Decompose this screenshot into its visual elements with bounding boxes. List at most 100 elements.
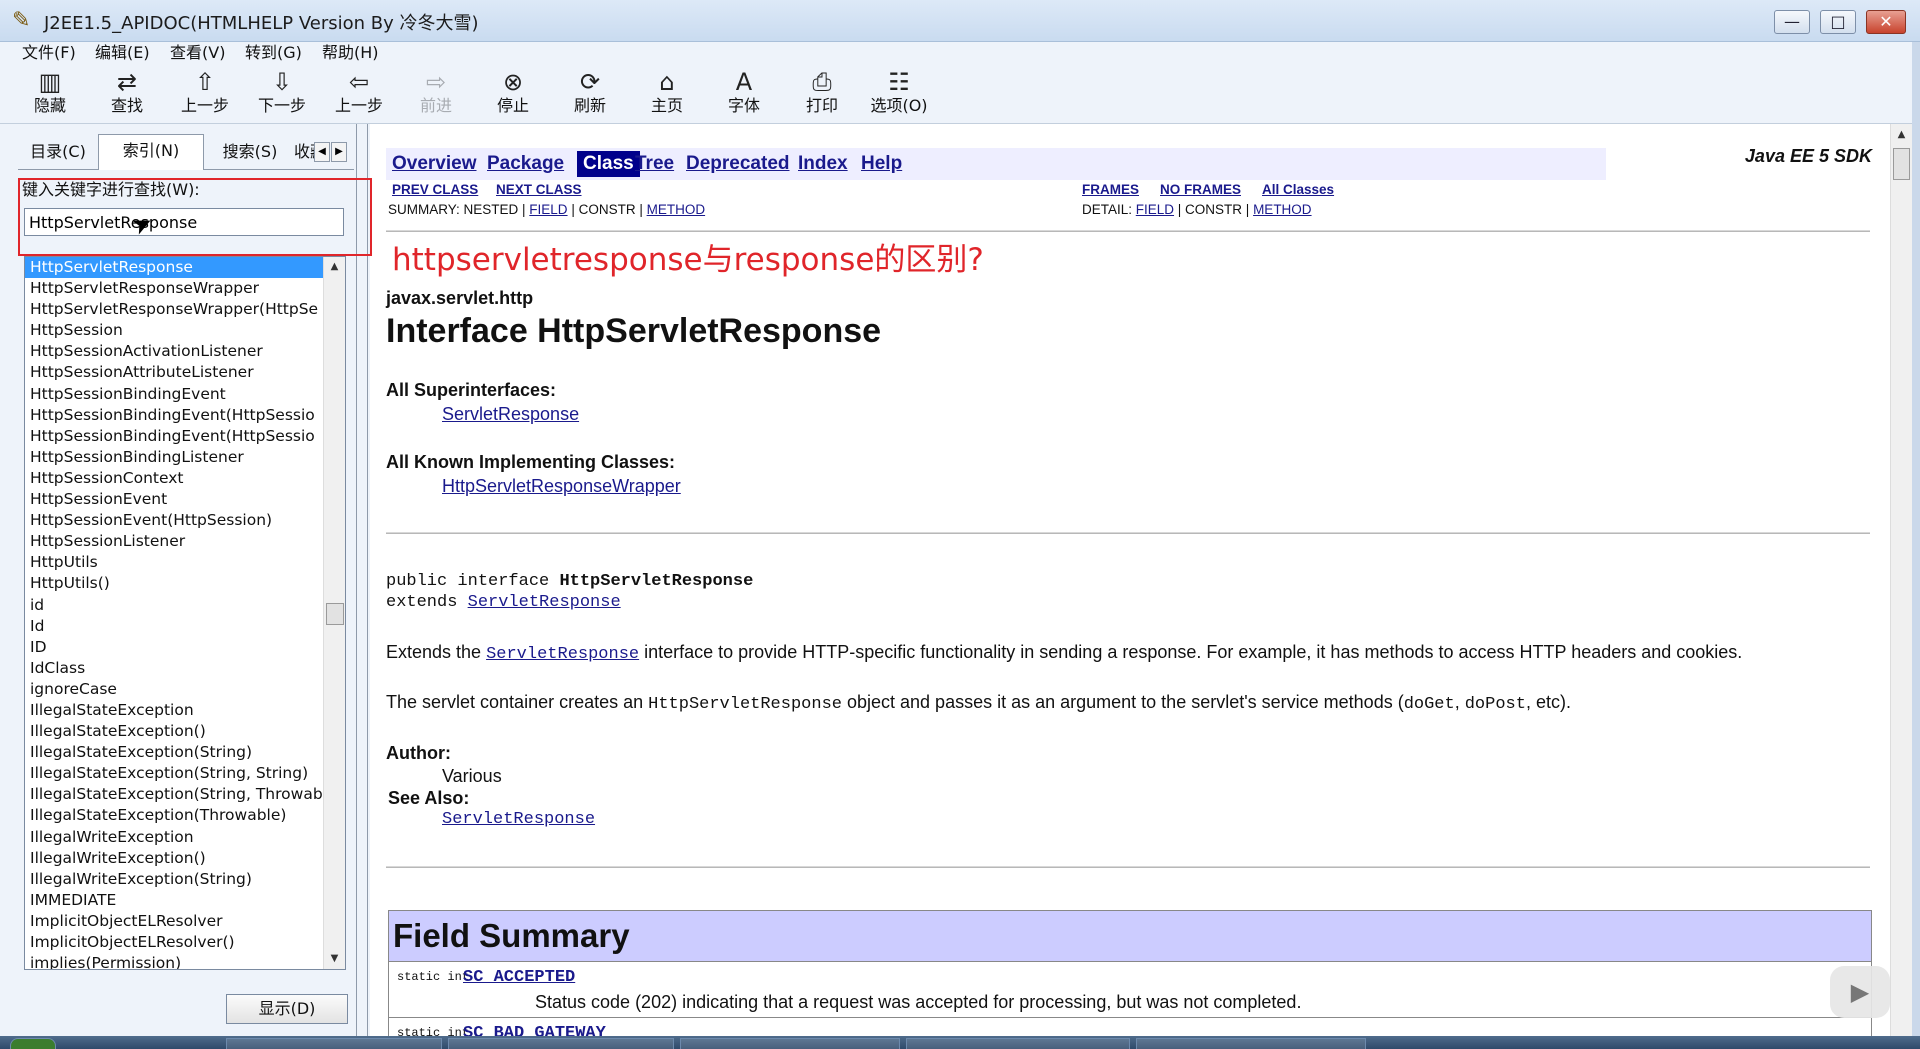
no-frames-link[interactable]: NO FRAMES	[1160, 182, 1241, 197]
index-list-item[interactable]: IdClass	[25, 658, 323, 679]
options-icon: ☷	[888, 68, 910, 96]
index-list-item[interactable]: HttpServletResponseWrapper	[25, 278, 323, 299]
stop-button[interactable]: ⊗ 停止	[481, 66, 545, 122]
implementing-class-link[interactable]: HttpServletResponseWrapper	[442, 476, 681, 497]
find-button[interactable]: ⇄ 查找	[95, 66, 159, 122]
home-button[interactable]: ⌂ 主页	[635, 66, 699, 122]
tab-scroll-left-icon[interactable]: ◀	[314, 142, 330, 162]
keyword-input[interactable]	[24, 208, 344, 236]
all-classes-link[interactable]: All Classes	[1262, 182, 1334, 197]
index-list-item[interactable]: HttpSession	[25, 320, 323, 341]
index-list-item[interactable]: IllegalStateException()	[25, 721, 323, 742]
field-name-link[interactable]: SC_ACCEPTED	[463, 968, 575, 987]
index-list-item[interactable]: IMMEDIATE	[25, 890, 323, 911]
print-button[interactable]: ⎙ 打印	[790, 66, 854, 122]
content-scroll-thumb[interactable]	[1893, 148, 1910, 180]
refresh-label: 刷新	[573, 96, 606, 115]
tab-contents[interactable]: 目录(C)	[22, 136, 94, 170]
index-list-item[interactable]: IllegalStateException(String)	[25, 742, 323, 763]
detail-field-link[interactable]: FIELD	[1136, 202, 1174, 217]
index-list-item[interactable]: HttpSessionBindingEvent	[25, 384, 323, 405]
scroll-down-icon[interactable]: ▼	[324, 949, 345, 969]
options-button[interactable]: ☷ 选项(O)	[867, 66, 931, 122]
menu-view[interactable]: 查看(V)	[170, 42, 225, 64]
show-button[interactable]: 显示(D)	[226, 994, 348, 1024]
maximize-button[interactable]: □	[1820, 10, 1856, 34]
index-list-item[interactable]: IllegalStateException(Throwable)	[25, 805, 323, 826]
next-class-link[interactable]: NEXT CLASS	[496, 182, 582, 197]
nav-overview[interactable]: Overview	[392, 151, 477, 177]
summary-field-link[interactable]: FIELD	[529, 202, 567, 217]
menu-goto[interactable]: 转到(G)	[245, 42, 302, 64]
start-button[interactable]	[10, 1038, 56, 1049]
taskbar-item[interactable]	[226, 1038, 442, 1049]
nav-tree[interactable]: Tree	[635, 151, 674, 177]
summary-method-link[interactable]: METHOD	[647, 202, 706, 217]
index-list-scrollbar[interactable]: ▲ ▼	[323, 257, 345, 969]
see-also-link[interactable]: ServletResponse	[442, 810, 595, 829]
menu-file[interactable]: 文件(F)	[22, 42, 76, 64]
menu-edit[interactable]: 编辑(E)	[95, 42, 150, 64]
index-list-item[interactable]: IllegalWriteException(String)	[25, 869, 323, 890]
p1-link[interactable]: ServletResponse	[486, 645, 639, 664]
close-button[interactable]: ✕	[1866, 10, 1906, 34]
frames-link[interactable]: FRAMES	[1082, 182, 1139, 197]
extends-link[interactable]: ServletResponse	[468, 593, 621, 612]
index-list-item[interactable]: HttpSessionBindingListener	[25, 447, 323, 468]
index-list-item[interactable]: HttpSessionBindingEvent(HttpSessio	[25, 426, 323, 447]
content-scroll-up-icon[interactable]: ▲	[1891, 126, 1912, 144]
taskbar-item[interactable]	[448, 1038, 674, 1049]
index-list-item[interactable]: HttpSessionListener	[25, 531, 323, 552]
index-list-item[interactable]: ImplicitObjectELResolver()	[25, 932, 323, 953]
index-list-item[interactable]: IllegalWriteException()	[25, 848, 323, 869]
index-list-item[interactable]: id	[25, 595, 323, 616]
index-list-item[interactable]: ignoreCase	[25, 679, 323, 700]
pane-splitter[interactable]	[356, 124, 368, 1049]
index-list-item[interactable]: HttpSessionBindingEvent(HttpSessio	[25, 405, 323, 426]
index-list-item[interactable]: HttpSessionContext	[25, 468, 323, 489]
tab-scroll-right-icon[interactable]: ▶	[331, 142, 347, 162]
scroll-up-icon[interactable]: ▲	[324, 257, 345, 277]
nav-index[interactable]: Index	[798, 151, 848, 177]
taskbar-item[interactable]	[906, 1038, 1130, 1049]
forward-button[interactable]: ⇨ 前进	[404, 66, 468, 122]
index-list-item[interactable]: IllegalWriteException	[25, 827, 323, 848]
content-scrollbar[interactable]: ▲	[1890, 124, 1912, 1049]
hide-button[interactable]: ▥ 隐藏	[18, 66, 82, 122]
index-list-item[interactable]: HttpUtils()	[25, 573, 323, 594]
superinterface-link[interactable]: ServletResponse	[442, 404, 579, 425]
index-list-item[interactable]: HttpSessionActivationListener	[25, 341, 323, 362]
index-list-item[interactable]: IllegalStateException	[25, 700, 323, 721]
back-up-button[interactable]: ⇧ 上一步	[173, 66, 237, 122]
index-list-item[interactable]: HttpUtils	[25, 552, 323, 573]
index-list-item[interactable]: implies(Permission)	[25, 953, 323, 969]
detail-method-link[interactable]: METHOD	[1253, 202, 1312, 217]
index-list-item[interactable]: ID	[25, 637, 323, 658]
font-button[interactable]: A 字体	[712, 66, 776, 122]
nav-package[interactable]: Package	[487, 151, 564, 177]
index-list-item[interactable]: IllegalStateException(String, String)	[25, 763, 323, 784]
index-list-item[interactable]: HttpSessionAttributeListener	[25, 362, 323, 383]
index-list-item[interactable]: HttpServletResponseWrapper(HttpSe	[25, 299, 323, 320]
index-list-item[interactable]: IllegalStateException(String, Throwab	[25, 784, 323, 805]
index-list-item[interactable]: ImplicitObjectELResolver	[25, 911, 323, 932]
scroll-thumb[interactable]	[326, 603, 344, 625]
back-button[interactable]: ⇦ 上一步	[327, 66, 391, 122]
index-list-item[interactable]: HttpServletResponse	[25, 257, 323, 279]
next-button[interactable]: ⇩ 下一步	[250, 66, 314, 122]
index-list[interactable]: HttpServletResponse HttpServletResponseWr…	[24, 256, 346, 970]
taskbar-item[interactable]	[1136, 1038, 1366, 1049]
nav-deprecated[interactable]: Deprecated	[686, 151, 790, 177]
nav-help[interactable]: Help	[861, 151, 902, 177]
prev-class-link[interactable]: PREV CLASS	[392, 182, 478, 197]
play-icon[interactable]: ▶	[1830, 966, 1890, 1018]
menu-help[interactable]: 帮助(H)	[322, 42, 379, 64]
refresh-button[interactable]: ⟳ 刷新	[558, 66, 622, 122]
taskbar-item[interactable]	[680, 1038, 900, 1049]
index-list-item[interactable]: Id	[25, 616, 323, 637]
index-list-item[interactable]: HttpSessionEvent	[25, 489, 323, 510]
tab-index[interactable]: 索引(N)	[98, 134, 204, 170]
index-list-item[interactable]: HttpSessionEvent(HttpSession)	[25, 510, 323, 531]
minimize-button[interactable]: —	[1774, 10, 1810, 34]
tab-search[interactable]: 搜索(S)	[208, 136, 292, 170]
